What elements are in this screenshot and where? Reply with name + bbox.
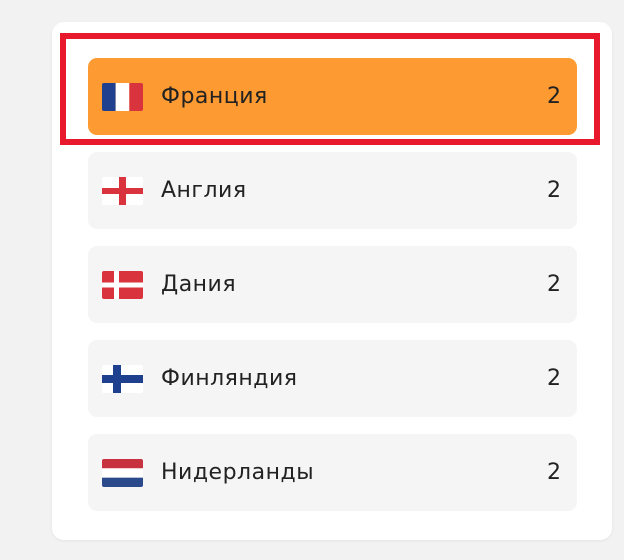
country-item-england[interactable]: Англия 2 (88, 152, 577, 229)
country-label: Финляндия (161, 366, 298, 391)
finland-flag-icon (102, 364, 143, 393)
country-list: Франция 2 Англия 2 Дания 2 Финляндия 2 Н… (88, 58, 577, 528)
country-label: Англия (161, 178, 247, 203)
country-count: 2 (547, 460, 561, 485)
country-count: 2 (547, 84, 561, 109)
denmark-flag-icon (102, 270, 143, 299)
country-label: Нидерланды (161, 460, 315, 485)
country-count: 2 (547, 178, 561, 203)
country-item-finland[interactable]: Финляндия 2 (88, 340, 577, 417)
country-count: 2 (547, 272, 561, 297)
netherlands-flag-icon (102, 458, 143, 487)
country-item-netherlands[interactable]: Нидерланды 2 (88, 434, 577, 511)
country-label: Франция (161, 84, 268, 109)
france-flag-icon (102, 82, 143, 111)
country-item-france[interactable]: Франция 2 (88, 58, 577, 135)
england-flag-icon (102, 176, 143, 205)
country-item-denmark[interactable]: Дания 2 (88, 246, 577, 323)
country-label: Дания (161, 272, 237, 297)
country-count: 2 (547, 366, 561, 391)
